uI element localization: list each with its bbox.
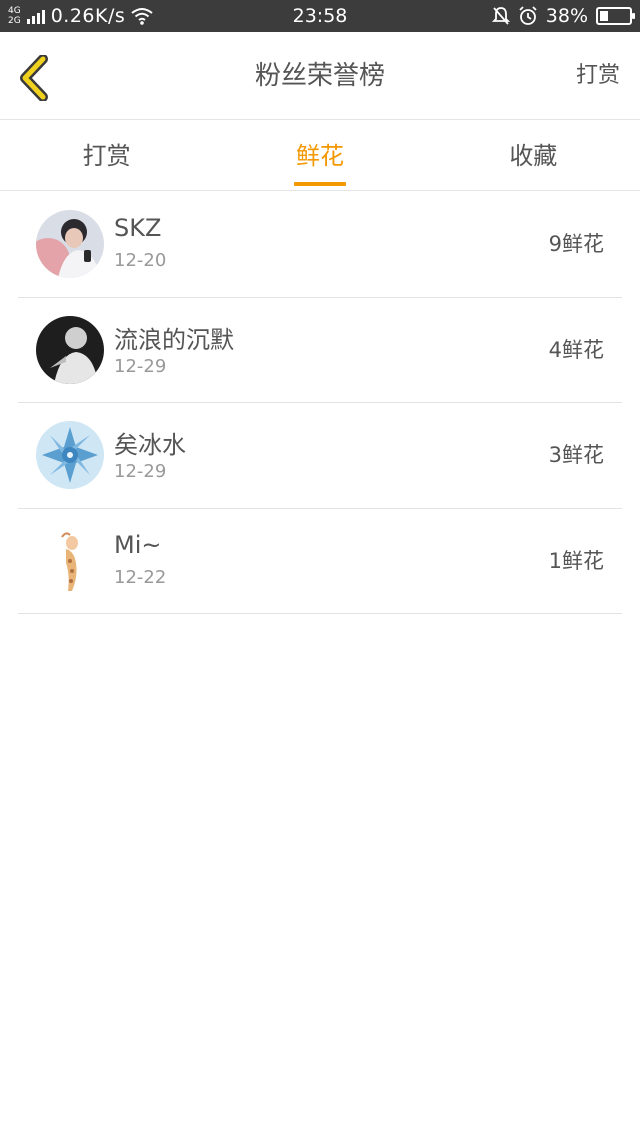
list-item[interactable]: SKZ 12-20 9鲜花 [18,192,622,298]
page-title: 粉丝荣誉榜 [254,61,385,91]
network-type-top: 4G [8,6,21,16]
signal-icon [26,8,45,24]
flower-count: 4鲜花 [548,337,604,362]
fan-name: 矣冰水 [114,431,186,459]
fan-date: 12-20 [114,250,167,271]
avatar [36,526,104,595]
fan-name: SKZ [114,214,162,242]
tab-reward[interactable]: 打赏 [0,121,213,190]
fan-name: 流浪的沉默 [114,325,234,354]
mute-notification-icon [491,7,510,25]
status-bar-left: 4G 2G 0.26K/s [8,0,153,32]
flower-count: 3鲜花 [548,443,604,467]
avatar [36,210,104,278]
network-type: 4G 2G [8,6,21,26]
fan-date: 12-22 [114,566,167,588]
tab-favorites[interactable]: 收藏 [427,121,640,190]
list-item[interactable]: 矣冰水 12-29 3鲜花 [18,403,622,509]
battery-percent: 38% [545,5,588,27]
header-bar: 粉丝荣誉榜 打赏 [0,32,640,120]
avatar [36,315,104,384]
status-bar: 4G 2G 0.26K/s 23:58 38% [0,0,640,32]
back-button[interactable] [12,54,56,102]
fan-list: SKZ 12-20 9鲜花 流浪的沉默 12-29 4鲜花 矣冰水 12-29 … [18,192,622,614]
chevron-left-icon [20,55,48,101]
flower-count: 1鲜花 [548,548,604,573]
fan-date: 12-29 [114,355,167,377]
alarm-icon [519,6,537,25]
avatar [36,421,104,489]
status-bar-right: 38% [491,0,635,32]
fan-name: Mi~ [114,530,162,559]
network-type-bottom: 2G [8,16,21,26]
tab-bar: 打赏 鲜花 收藏 [0,121,640,191]
reward-button[interactable]: 打赏 [576,32,620,120]
wifi-icon [131,8,153,25]
battery-fill [600,11,609,21]
battery-icon [596,7,635,25]
network-speed: 0.26K/s [50,5,126,27]
flower-count: 9鲜花 [548,232,604,256]
fan-date: 12-29 [114,461,167,482]
list-item[interactable]: 流浪的沉默 12-29 4鲜花 [18,298,622,403]
tab-flowers[interactable]: 鲜花 [213,121,426,190]
list-item[interactable]: Mi~ 12-22 1鲜花 [18,509,622,614]
